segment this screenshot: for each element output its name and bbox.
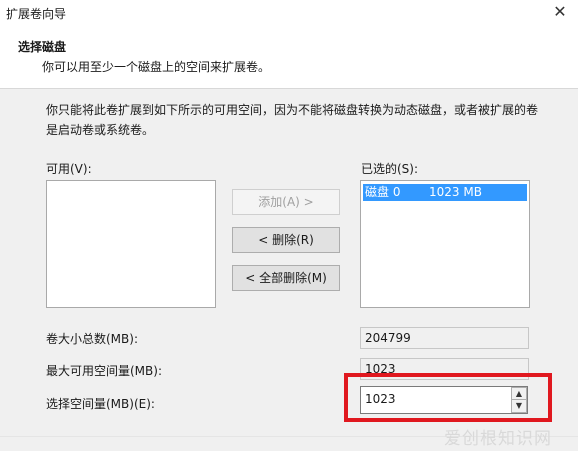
- add-button[interactable]: 添加(A) >: [232, 189, 340, 215]
- disk-size: 1023 MB: [429, 185, 482, 199]
- window-title: 扩展卷向导: [6, 7, 67, 21]
- highlight-box: [344, 373, 552, 422]
- selected-list[interactable]: 磁盘 0 1023 MB: [360, 180, 530, 308]
- select-space-label: 选择空间量(MB)(E):: [46, 397, 155, 411]
- close-icon[interactable]: ✕: [548, 2, 572, 22]
- max-space-label: 最大可用空间量(MB):: [46, 364, 162, 378]
- list-item[interactable]: 磁盘 0 1023 MB: [363, 184, 527, 201]
- selected-label: 已选的(S):: [361, 162, 419, 176]
- remove-all-button[interactable]: < 全部删除(M): [232, 265, 340, 291]
- available-list[interactable]: [46, 180, 216, 308]
- available-label: 可用(V):: [46, 162, 92, 176]
- watermark: 爱创根知识网: [444, 429, 552, 449]
- page-title: 选择磁盘: [18, 40, 67, 54]
- remove-button[interactable]: < 删除(R): [232, 227, 340, 253]
- description-text: 你只能将此卷扩展到如下所示的可用空间，因为不能将磁盘转换为动态磁盘，或者被扩展的…: [46, 103, 539, 137]
- total-size-value: 204799: [360, 327, 529, 349]
- total-size-label: 卷大小总数(MB):: [46, 332, 138, 346]
- title-bar: [0, 0, 578, 26]
- disk-name: 磁盘 0: [365, 185, 401, 199]
- page-subtitle: 你可以用至少一个磁盘上的空间来扩展卷。: [42, 60, 271, 74]
